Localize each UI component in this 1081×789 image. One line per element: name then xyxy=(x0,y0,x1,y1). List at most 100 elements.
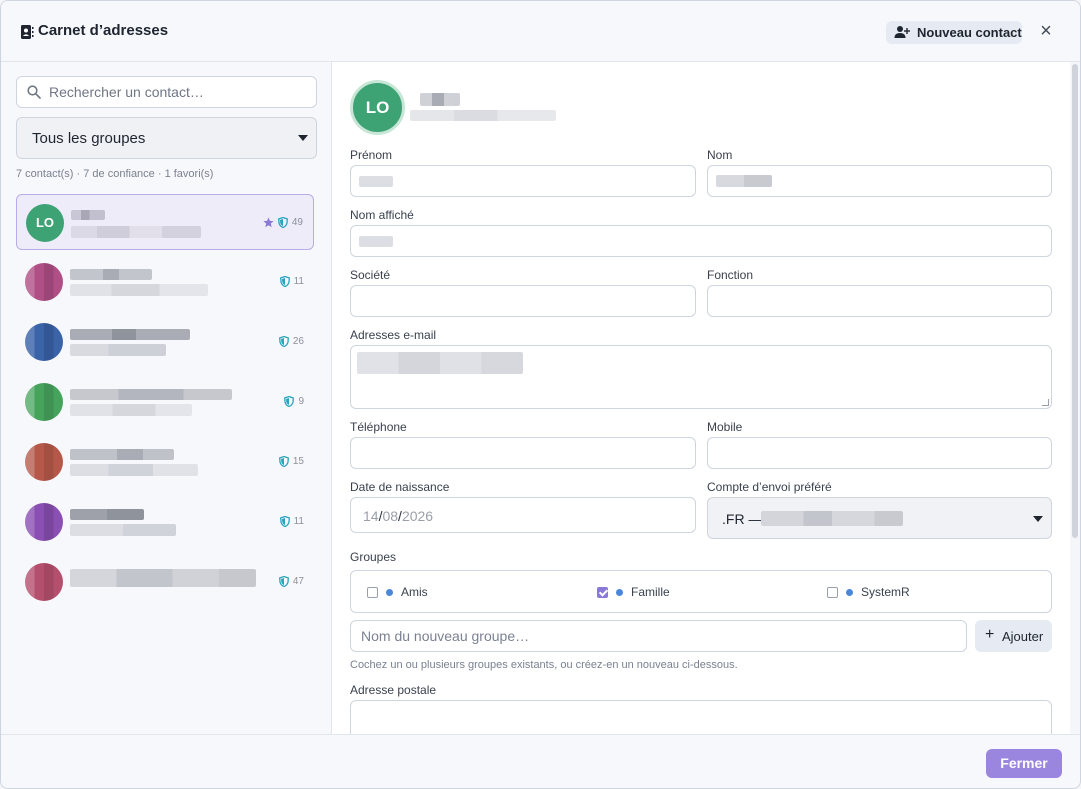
contact-email-redacted xyxy=(70,344,166,356)
contact-email-redacted xyxy=(71,226,201,238)
avatar xyxy=(25,323,63,361)
contact-email-redacted xyxy=(70,524,176,536)
display-name-label: Nom affiché xyxy=(350,208,414,222)
contact-email-redacted xyxy=(70,284,208,296)
group-color-dot xyxy=(386,588,393,596)
avatar: LO xyxy=(26,204,64,242)
send-account-value: .FR — xyxy=(722,511,763,527)
contact-item[interactable]: 15 xyxy=(16,434,314,490)
trusted-shield-icon xyxy=(278,335,289,347)
group-checkbox[interactable] xyxy=(597,586,608,598)
dialog-footer: Fermer xyxy=(1,734,1080,788)
add-group-button[interactable]: + Ajouter xyxy=(975,620,1052,652)
groups-hint: Cochez un ou plusieurs groupes existants… xyxy=(350,659,738,671)
contact-count: 9 xyxy=(298,395,304,407)
contact-name-redacted xyxy=(70,269,152,280)
birthdate-field[interactable]: 14/08/2026 xyxy=(350,497,696,533)
add-group-label: Ajouter xyxy=(1002,629,1044,644)
groups-box: Amis Famille SystemR xyxy=(350,570,1052,613)
contact-name-redacted xyxy=(71,210,105,220)
group-filter-value: Tous les groupes xyxy=(32,130,146,147)
contact-name-redacted xyxy=(70,509,144,520)
group-filter-select[interactable]: Tous les groupes xyxy=(16,117,317,159)
group-color-dot xyxy=(616,588,623,596)
trusted-shield-icon xyxy=(279,275,290,287)
mobile-field[interactable] xyxy=(707,437,1052,469)
first-name-label: Prénom xyxy=(350,148,393,162)
trusted-shield-icon xyxy=(278,575,289,587)
contact-header-name-redacted xyxy=(420,93,460,106)
scrollbar-thumb[interactable] xyxy=(1072,64,1078,538)
new-contact-button[interactable]: Nouveau contact xyxy=(886,21,1022,44)
contact-header-email-redacted xyxy=(410,110,556,121)
company-field[interactable] xyxy=(350,285,696,317)
avatar xyxy=(25,563,63,601)
contact-item[interactable]: 11 xyxy=(16,494,314,550)
user-plus-icon xyxy=(894,26,910,38)
trusted-shield-icon xyxy=(284,395,295,407)
contact-item[interactable]: 26 xyxy=(16,314,314,370)
first-name-field[interactable] xyxy=(350,165,696,197)
job-field[interactable] xyxy=(707,285,1052,317)
close-button[interactable]: Fermer xyxy=(986,749,1062,778)
phone-label: Téléphone xyxy=(350,420,407,434)
dialog-title: Carnet d’adresses xyxy=(38,22,169,39)
group-checkbox[interactable] xyxy=(827,586,838,598)
search-box xyxy=(16,76,317,108)
birthdate-month: 08 xyxy=(382,508,399,524)
contact-count: 11 xyxy=(293,515,304,527)
contacts-stats: 7 contact(s) · 7 de confiance · 1 favori… xyxy=(16,168,214,180)
group-name: Famille xyxy=(631,585,670,599)
avatar xyxy=(25,383,63,421)
group-name: Amis xyxy=(401,585,428,599)
last-name-value-redacted xyxy=(716,175,772,187)
birthdate-label: Date de naissance xyxy=(350,480,450,494)
form-scrollbar[interactable] xyxy=(1070,62,1080,734)
close-icon[interactable]: × xyxy=(1037,21,1055,41)
phone-field[interactable] xyxy=(350,437,696,469)
contact-meta: 9 xyxy=(284,394,304,408)
contact-item[interactable]: LO 49 xyxy=(16,194,314,250)
mobile-label: Mobile xyxy=(707,420,743,434)
job-label: Fonction xyxy=(707,268,754,282)
emails-textarea[interactable] xyxy=(350,345,1052,409)
group-checkbox[interactable] xyxy=(367,586,378,598)
last-name-field[interactable] xyxy=(707,165,1052,197)
contact-name-redacted xyxy=(70,449,174,460)
first-name-value-redacted xyxy=(359,176,393,187)
new-group-box xyxy=(350,620,967,652)
avatar xyxy=(25,263,63,301)
contact-item[interactable]: 11 xyxy=(16,254,314,310)
resize-handle[interactable] xyxy=(1042,399,1049,406)
contact-count: 47 xyxy=(292,575,304,587)
email-value-redacted xyxy=(357,352,523,374)
new-group-input[interactable] xyxy=(361,626,951,646)
trusted-shield-icon xyxy=(279,515,290,527)
send-account-select[interactable]: .FR — xyxy=(707,497,1052,539)
address-book-icon xyxy=(21,25,34,39)
contact-item[interactable]: 47 xyxy=(16,554,314,610)
new-contact-label: Nouveau contact xyxy=(917,25,1022,40)
search-icon xyxy=(27,85,41,99)
birthdate-value: 14/08/2026 xyxy=(363,508,433,524)
company-label: Société xyxy=(350,268,391,282)
group-option-systemr[interactable]: SystemR xyxy=(827,585,910,599)
group-option-amis[interactable]: Amis xyxy=(367,585,428,599)
avatar xyxy=(25,503,63,541)
search-input[interactable] xyxy=(49,81,309,103)
trusted-shield-icon xyxy=(277,216,288,228)
display-name-field[interactable] xyxy=(350,225,1052,257)
send-account-redacted xyxy=(761,511,903,526)
avatar xyxy=(25,443,63,481)
contact-item[interactable]: 9 xyxy=(16,374,314,430)
birthdate-day: 14 xyxy=(363,508,379,524)
group-option-famille[interactable]: Famille xyxy=(597,585,670,599)
address-book-dialog: Carnet d’adresses Nouveau contact × Tous… xyxy=(0,0,1081,789)
contact-name-redacted xyxy=(70,569,256,587)
plus-icon: + xyxy=(985,626,995,643)
chevron-down-icon xyxy=(1033,516,1043,522)
dialog-header: Carnet d’adresses Nouveau contact × xyxy=(1,1,1080,62)
contact-meta: 47 xyxy=(278,574,304,588)
contact-email-redacted xyxy=(70,464,198,476)
address-label: Adresse postale xyxy=(350,683,437,697)
